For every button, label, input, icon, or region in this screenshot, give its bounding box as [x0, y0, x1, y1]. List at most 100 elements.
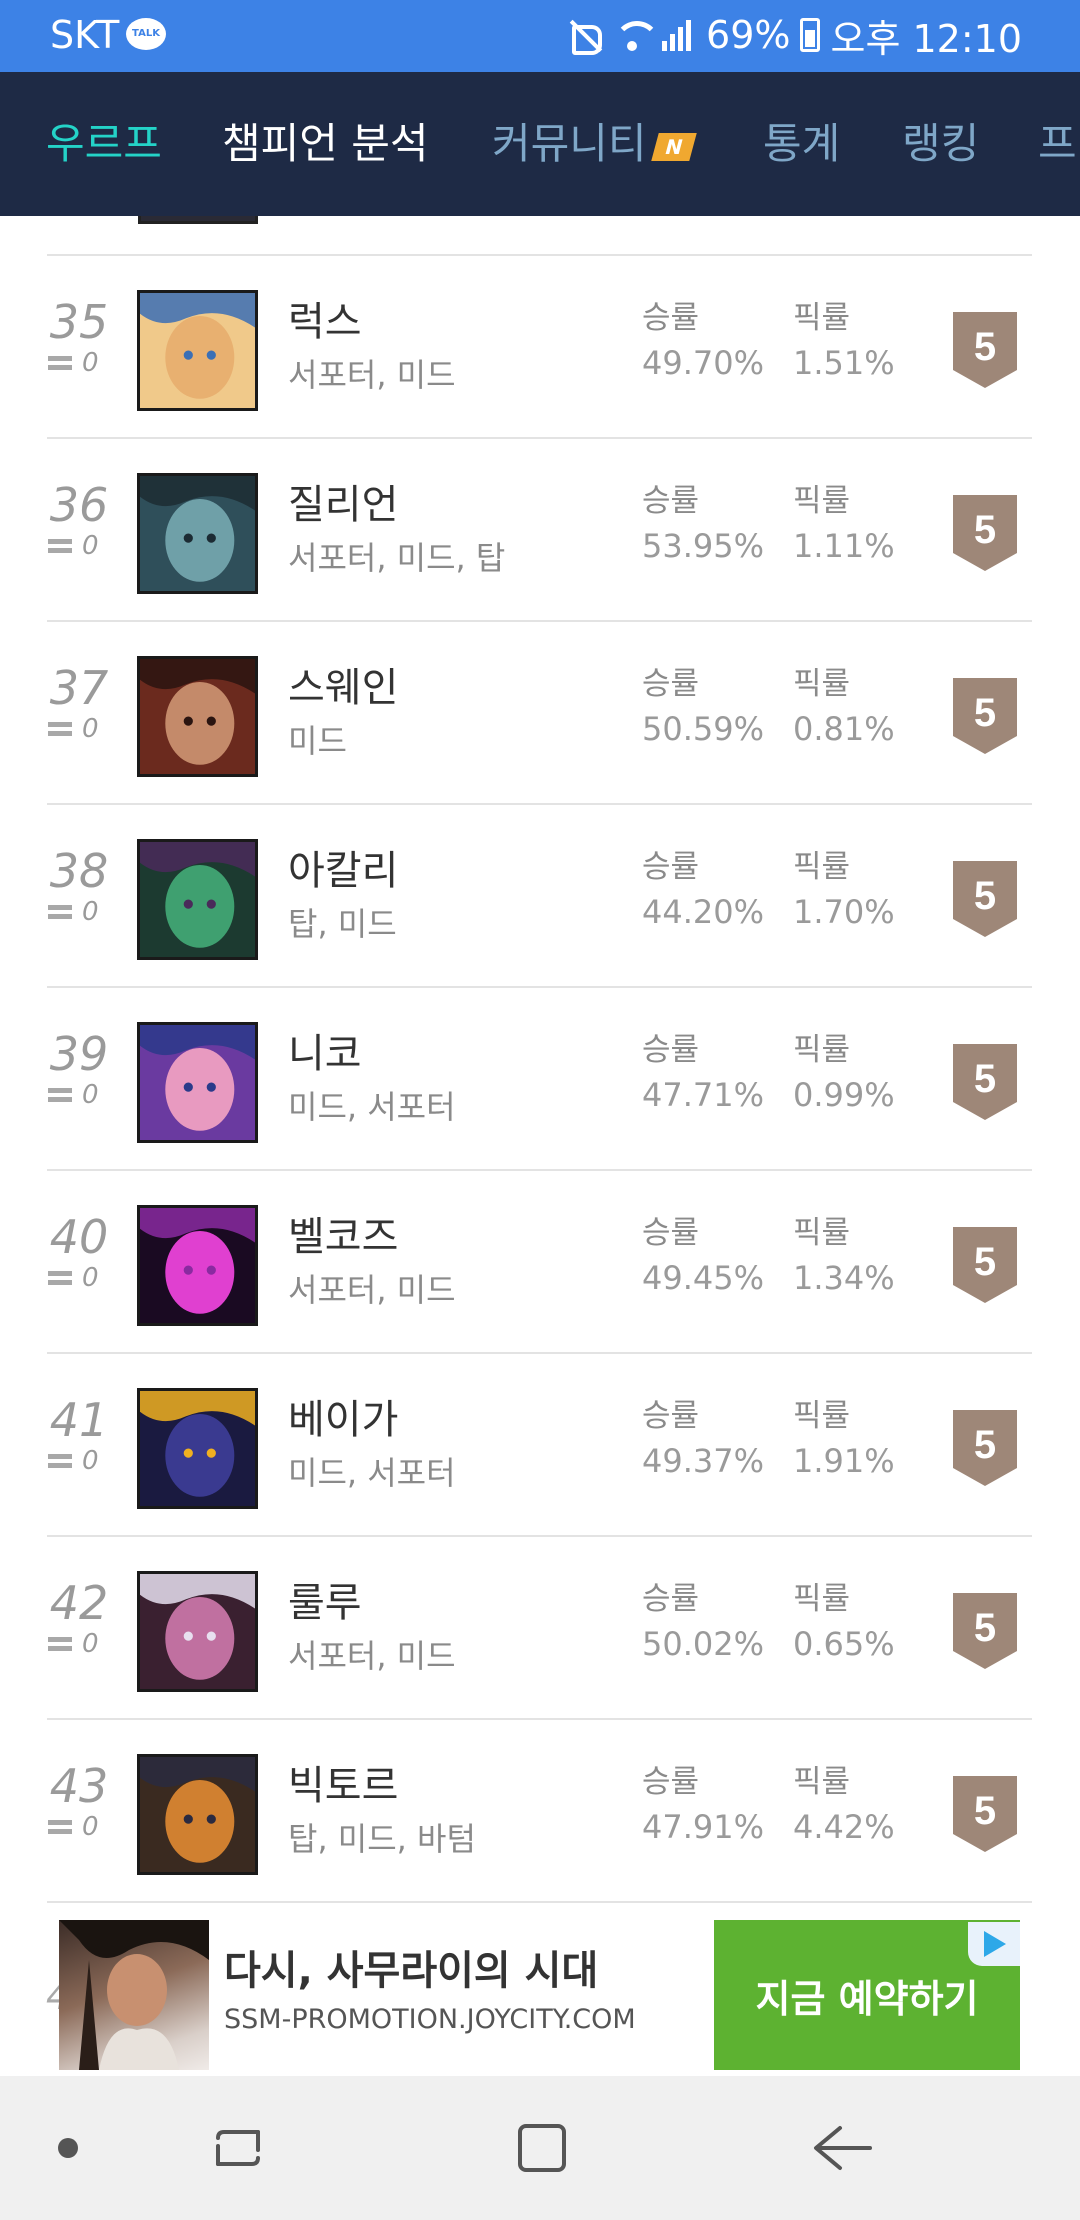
- no-change-icon: [48, 1269, 72, 1287]
- pickrate-label: 픽률: [793, 1215, 851, 1251]
- svg-text:5: 5: [974, 1606, 996, 1650]
- rank-number: 36: [49, 478, 109, 532]
- winrate-label: 승률: [642, 483, 700, 519]
- champion-name: 스웨인: [288, 665, 399, 711]
- ad-banner[interactable]: 4 다시, 사무라이의 시대 SSM-PROMOTION.JOYCITY.COM…: [0, 1910, 1080, 2075]
- velkoz-portrait-art: [140, 1208, 255, 1323]
- winrate-value: 49.45%: [642, 1259, 765, 1297]
- pickrate-value: 1.51%: [793, 344, 895, 382]
- rank-change-value: 0: [82, 897, 99, 927]
- swain-portrait-art: [140, 659, 255, 774]
- champion-row[interactable]: 37 0 스웨인 미드 승률 50.59% 픽률 0.81% 5: [0, 622, 1080, 805]
- champion-name: 질리언: [288, 482, 399, 528]
- svg-text:5: 5: [974, 1057, 996, 1101]
- tier-badge: 5: [953, 495, 1017, 571]
- tier-badge: 5: [953, 861, 1017, 937]
- back-icon[interactable]: [810, 2120, 876, 2176]
- no-change-icon: [48, 903, 72, 921]
- winrate-value: 49.70%: [642, 344, 765, 382]
- champion-row[interactable]: 35 0 럭스 서포터, 미드 승률 49.70% 픽률 1.51% 5: [0, 256, 1080, 439]
- tier-badge: 5: [953, 1227, 1017, 1303]
- winrate-label: 승률: [642, 300, 700, 336]
- champion-roles: 미드, 서포터: [288, 1454, 456, 1492]
- samurai-illustration: [59, 1920, 209, 2070]
- lulu-portrait-art: [140, 1574, 255, 1689]
- row-divider: [47, 1169, 1032, 1171]
- ad-url: SSM-PROMOTION.JOYCITY.COM: [224, 2004, 636, 2035]
- row-divider: [47, 803, 1032, 805]
- winrate-label: 승률: [642, 1032, 700, 1068]
- winrate-value: 50.02%: [642, 1625, 765, 1663]
- champion-row[interactable]: 39 0 니코 미드, 서포터 승률 47.71% 픽률 0.99% 5: [0, 988, 1080, 1171]
- adchoices-icon[interactable]: [968, 1922, 1020, 1966]
- rank-number: 40: [49, 1210, 109, 1264]
- champion-name: 벨코즈: [288, 1214, 399, 1260]
- pickrate-label: 픽률: [793, 300, 851, 336]
- ad-image[interactable]: [59, 1920, 209, 2070]
- lux-portrait-art: [140, 293, 255, 408]
- zilean-portrait-art: [140, 476, 255, 591]
- champion-row[interactable]: 38 0 아칼리 탑, 미드 승률 44.20% 픽률 1.70% 5: [0, 805, 1080, 988]
- tab-ranking[interactable]: 랭킹: [902, 116, 979, 172]
- rank-change-value: 0: [82, 531, 99, 561]
- wifi-icon: [614, 17, 661, 53]
- champion-row[interactable]: 36 0 질리언 서포터, 미드, 탑 승률 53.95% 픽률 1.11% 5: [0, 439, 1080, 622]
- viktor-portrait: [137, 1754, 258, 1875]
- rank-change: 0: [48, 714, 112, 744]
- top-nav: 우르프 챔피언 분석 커뮤니티 N 통계 랭킹 프: [0, 72, 1080, 216]
- champion-roles: 서포터, 미드: [288, 356, 456, 394]
- swain-portrait: [137, 656, 258, 777]
- tier-badge: 5: [953, 1776, 1017, 1852]
- tab-statistics[interactable]: 통계: [763, 116, 840, 172]
- champion-list[interactable]: 35 0 럭스 서포터, 미드 승률 49.70% 픽률 1.51% 5 36 …: [0, 216, 1080, 1926]
- row-divider: [47, 620, 1032, 622]
- champion-name: 빅토르: [288, 1763, 399, 1809]
- winrate-value: 53.95%: [642, 527, 765, 565]
- pickrate-value: 4.42%: [793, 1808, 895, 1846]
- no-change-icon: [48, 1452, 72, 1470]
- pickrate-value: 0.81%: [793, 710, 895, 748]
- svg-text:5: 5: [974, 874, 996, 918]
- rank-number: 41: [49, 1393, 109, 1447]
- row-divider: [47, 1718, 1032, 1720]
- champion-row[interactable]: 43 0 빅토르 탑, 미드, 바텀 승률 47.91% 픽률 4.42% 5: [0, 1720, 1080, 1903]
- champion-name: 아칼리: [288, 848, 399, 894]
- no-change-icon: [48, 1818, 72, 1836]
- no-change-icon: [48, 1086, 72, 1104]
- brand-logo[interactable]: 우르프: [46, 116, 162, 172]
- veigar-portrait: [137, 1388, 258, 1509]
- recent-apps-icon[interactable]: [210, 2120, 266, 2176]
- pickrate-label: 픽률: [793, 849, 851, 885]
- pickrate-label: 픽률: [793, 1581, 851, 1617]
- rank-change: 0: [48, 1812, 112, 1842]
- champion-row[interactable]: 42 0 룰루 서포터, 미드 승률 50.02% 픽률 0.65% 5: [0, 1537, 1080, 1720]
- dot-indicator-icon[interactable]: [58, 2138, 78, 2158]
- system-nav-bar: [0, 2076, 1080, 2220]
- champion-row[interactable]: 41 0 베이가 미드, 서포터 승률 49.37% 픽률 1.91% 5: [0, 1354, 1080, 1537]
- veigar-portrait-art: [140, 1391, 255, 1506]
- pickrate-value: 1.11%: [793, 527, 895, 565]
- ad-title: 다시, 사무라이의 시대: [224, 1948, 599, 1994]
- tier-badge: 5: [953, 1593, 1017, 1669]
- tab-more[interactable]: 프: [1038, 116, 1077, 172]
- winrate-value: 50.59%: [642, 710, 765, 748]
- rank-number: 37: [49, 661, 109, 715]
- champion-name: 룰루: [288, 1580, 362, 1626]
- tab-community-label: 커뮤니티: [492, 119, 647, 168]
- svg-text:5: 5: [974, 1240, 996, 1284]
- tab-community[interactable]: 커뮤니티 N: [492, 116, 697, 172]
- pickrate-label: 픽률: [793, 666, 851, 702]
- rank-change-value: 0: [82, 1629, 99, 1659]
- winrate-value: 47.71%: [642, 1076, 765, 1114]
- rank-change: 0: [48, 531, 112, 561]
- zilean-portrait: [137, 473, 258, 594]
- champion-row[interactable]: 40 0 벨코즈 서포터, 미드 승률 49.45% 픽률 1.34% 5: [0, 1171, 1080, 1354]
- rank-change: 0: [48, 1446, 112, 1476]
- lux-portrait: [137, 290, 258, 411]
- status-bar: SKT TALK 69% 오후 12:10: [0, 0, 1080, 72]
- champion-roles: 서포터, 미드, 탑: [288, 539, 506, 577]
- row-divider: [47, 1901, 1032, 1903]
- winrate-label: 승률: [642, 1215, 700, 1251]
- home-icon[interactable]: [514, 2120, 570, 2176]
- tab-champion-analysis[interactable]: 챔피언 분석: [222, 116, 429, 172]
